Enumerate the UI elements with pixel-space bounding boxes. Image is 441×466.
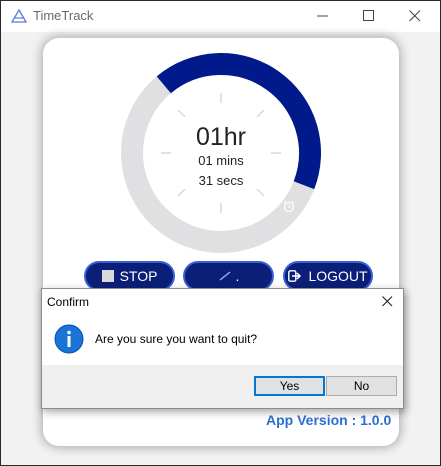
close-button[interactable]: [393, 1, 439, 32]
dialog-close-button[interactable]: [372, 293, 402, 311]
middle-button[interactable]: .: [183, 261, 274, 291]
maximize-button[interactable]: [347, 1, 393, 32]
confirm-dialog: Confirm Are you sure you want to quit? Y…: [41, 288, 404, 409]
dialog-title-bar[interactable]: Confirm: [42, 289, 403, 313]
dialog-message: Are you sure you want to quit?: [95, 332, 258, 346]
middle-label: .: [235, 268, 240, 284]
title-bar[interactable]: TimeTrack: [1, 1, 440, 32]
no-button[interactable]: No: [326, 376, 397, 396]
slash-icon: [219, 271, 230, 281]
info-icon: [54, 324, 84, 354]
minimize-icon: [317, 15, 328, 17]
main-window: TimeTrack 01hr 01 mins 31 secs STOP . LO…: [0, 0, 441, 466]
stop-button[interactable]: STOP: [84, 261, 175, 291]
stop-square-icon: [101, 270, 114, 282]
hours-display: 01hr: [195, 123, 247, 151]
minimize-button[interactable]: [301, 1, 347, 32]
stop-label: STOP: [119, 268, 158, 284]
logout-label: LOGOUT: [308, 268, 368, 284]
app-version: App Version : 1.0.0: [266, 412, 392, 428]
seconds-display: 31 secs: [198, 173, 244, 188]
close-icon: [409, 10, 421, 22]
logout-icon: [288, 270, 302, 282]
timetrack-logo-icon: [11, 9, 27, 23]
dialog-title: Confirm: [47, 295, 90, 309]
minutes-display: 01 mins: [198, 153, 244, 168]
close-icon: [382, 296, 393, 307]
app-title: TimeTrack: [33, 8, 94, 23]
dialog-body: Are you sure you want to quit?: [42, 313, 403, 365]
maximize-icon: [363, 10, 374, 21]
logout-button[interactable]: LOGOUT: [283, 261, 373, 291]
yes-button[interactable]: Yes: [254, 376, 325, 396]
